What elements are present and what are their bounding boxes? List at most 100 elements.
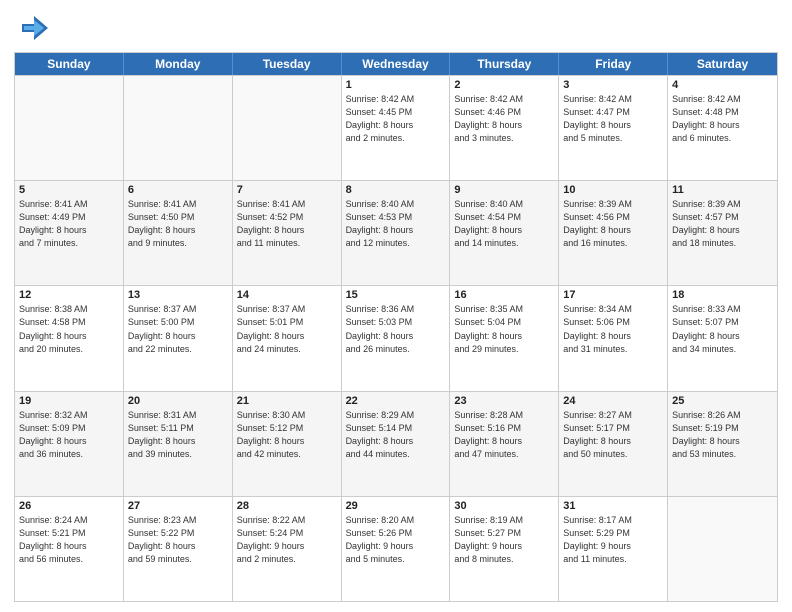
calendar-day-cell: 4 Sunrise: 8:42 AM Sunset: 4:48 PM Daylig… xyxy=(668,76,777,180)
calendar-day-cell: 30 Sunrise: 8:19 AM Sunset: 5:27 PM Dayli… xyxy=(450,497,559,601)
calendar-day-cell: 11 Sunrise: 8:39 AM Sunset: 4:57 PM Dayli… xyxy=(668,181,777,285)
calendar-day-cell: 24Sunrise: 8:27 AM Sunset: 5:17 PM Dayli… xyxy=(559,392,668,496)
calendar-day-cell: 6Sunrise: 8:41 AM Sunset: 4:50 PM Daylig… xyxy=(124,181,233,285)
day-number: 4 xyxy=(672,79,773,91)
day-info: Sunrise: 8:40 AM Sunset: 4:53 PM Dayligh… xyxy=(346,198,446,250)
day-number: 3 xyxy=(563,79,663,91)
day-number: 29 xyxy=(346,500,446,512)
calendar-day-cell: 3 Sunrise: 8:42 AM Sunset: 4:47 PM Daylig… xyxy=(559,76,668,180)
day-info: Sunrise: 8:39 AM Sunset: 4:57 PM Dayligh… xyxy=(672,198,773,250)
calendar-day-cell xyxy=(668,497,777,601)
calendar-day-cell: 29 Sunrise: 8:20 AM Sunset: 5:26 PM Dayli… xyxy=(342,497,451,601)
day-number: 25 xyxy=(672,395,773,407)
calendar-day-cell: 13 Sunrise: 8:37 AM Sunset: 5:00 PM Dayli… xyxy=(124,286,233,390)
day-number: 2 xyxy=(454,79,554,91)
calendar-day-cell: 12 Sunrise: 8:38 AM Sunset: 4:58 PM Dayli… xyxy=(15,286,124,390)
day-info: Sunrise: 8:35 AM Sunset: 5:04 PM Dayligh… xyxy=(454,303,554,355)
calendar-day-cell: 21Sunrise: 8:30 AM Sunset: 5:12 PM Dayli… xyxy=(233,392,342,496)
calendar-day-cell xyxy=(15,76,124,180)
calendar-day-cell: 20 Sunrise: 8:31 AM Sunset: 5:11 PM Dayli… xyxy=(124,392,233,496)
day-info: Sunrise: 8:41 AM Sunset: 4:52 PM Dayligh… xyxy=(237,198,337,250)
day-number: 30 xyxy=(454,500,554,512)
day-number: 15 xyxy=(346,289,446,301)
calendar-header-cell-friday: Friday xyxy=(559,53,668,75)
day-info: Sunrise: 8:42 AM Sunset: 4:46 PM Dayligh… xyxy=(454,93,554,145)
day-info: Sunrise: 8:30 AM Sunset: 5:12 PM Dayligh… xyxy=(237,409,337,461)
calendar-week-4: 19Sunrise: 8:32 AM Sunset: 5:09 PM Dayli… xyxy=(15,391,777,496)
calendar-header-cell-saturday: Saturday xyxy=(668,53,777,75)
calendar-day-cell: 16Sunrise: 8:35 AM Sunset: 5:04 PM Dayli… xyxy=(450,286,559,390)
day-info: Sunrise: 8:41 AM Sunset: 4:49 PM Dayligh… xyxy=(19,198,119,250)
day-number: 13 xyxy=(128,289,228,301)
day-number: 28 xyxy=(237,500,337,512)
day-number: 18 xyxy=(672,289,773,301)
day-info: Sunrise: 8:29 AM Sunset: 5:14 PM Dayligh… xyxy=(346,409,446,461)
day-number: 31 xyxy=(563,500,663,512)
calendar-day-cell: 22 Sunrise: 8:29 AM Sunset: 5:14 PM Dayli… xyxy=(342,392,451,496)
day-info: Sunrise: 8:31 AM Sunset: 5:11 PM Dayligh… xyxy=(128,409,228,461)
calendar-body: 1 Sunrise: 8:42 AM Sunset: 4:45 PM Daylig… xyxy=(15,75,777,601)
day-number: 11 xyxy=(672,184,773,196)
calendar-day-cell: 15 Sunrise: 8:36 AM Sunset: 5:03 PM Dayli… xyxy=(342,286,451,390)
logo-icon xyxy=(14,10,50,46)
calendar-header-cell-monday: Monday xyxy=(124,53,233,75)
calendar-day-cell: 23 Sunrise: 8:28 AM Sunset: 5:16 PM Dayli… xyxy=(450,392,559,496)
day-number: 1 xyxy=(346,79,446,91)
day-number: 14 xyxy=(237,289,337,301)
day-info: Sunrise: 8:41 AM Sunset: 4:50 PM Dayligh… xyxy=(128,198,228,250)
calendar: SundayMondayTuesdayWednesdayThursdayFrid… xyxy=(14,52,778,602)
calendar-day-cell: 17 Sunrise: 8:34 AM Sunset: 5:06 PM Dayli… xyxy=(559,286,668,390)
day-info: Sunrise: 8:42 AM Sunset: 4:48 PM Dayligh… xyxy=(672,93,773,145)
calendar-header-row: SundayMondayTuesdayWednesdayThursdayFrid… xyxy=(15,53,777,75)
calendar-day-cell: 31 Sunrise: 8:17 AM Sunset: 5:29 PM Dayli… xyxy=(559,497,668,601)
calendar-day-cell: 28 Sunrise: 8:22 AM Sunset: 5:24 PM Dayli… xyxy=(233,497,342,601)
day-info: Sunrise: 8:20 AM Sunset: 5:26 PM Dayligh… xyxy=(346,514,446,566)
calendar-day-cell: 10Sunrise: 8:39 AM Sunset: 4:56 PM Dayli… xyxy=(559,181,668,285)
calendar-day-cell: 27 Sunrise: 8:23 AM Sunset: 5:22 PM Dayli… xyxy=(124,497,233,601)
calendar-day-cell xyxy=(233,76,342,180)
day-info: Sunrise: 8:34 AM Sunset: 5:06 PM Dayligh… xyxy=(563,303,663,355)
day-info: Sunrise: 8:27 AM Sunset: 5:17 PM Dayligh… xyxy=(563,409,663,461)
day-info: Sunrise: 8:36 AM Sunset: 5:03 PM Dayligh… xyxy=(346,303,446,355)
calendar-day-cell: 25 Sunrise: 8:26 AM Sunset: 5:19 PM Dayli… xyxy=(668,392,777,496)
day-info: Sunrise: 8:17 AM Sunset: 5:29 PM Dayligh… xyxy=(563,514,663,566)
day-info: Sunrise: 8:23 AM Sunset: 5:22 PM Dayligh… xyxy=(128,514,228,566)
calendar-day-cell: 26Sunrise: 8:24 AM Sunset: 5:21 PM Dayli… xyxy=(15,497,124,601)
day-info: Sunrise: 8:28 AM Sunset: 5:16 PM Dayligh… xyxy=(454,409,554,461)
day-info: Sunrise: 8:37 AM Sunset: 5:01 PM Dayligh… xyxy=(237,303,337,355)
day-info: Sunrise: 8:26 AM Sunset: 5:19 PM Dayligh… xyxy=(672,409,773,461)
calendar-header-cell-sunday: Sunday xyxy=(15,53,124,75)
header xyxy=(14,10,778,46)
day-number: 22 xyxy=(346,395,446,407)
day-number: 12 xyxy=(19,289,119,301)
day-info: Sunrise: 8:40 AM Sunset: 4:54 PM Dayligh… xyxy=(454,198,554,250)
calendar-day-cell: 5 Sunrise: 8:41 AM Sunset: 4:49 PM Daylig… xyxy=(15,181,124,285)
day-number: 9 xyxy=(454,184,554,196)
day-number: 23 xyxy=(454,395,554,407)
day-number: 5 xyxy=(19,184,119,196)
day-info: Sunrise: 8:19 AM Sunset: 5:27 PM Dayligh… xyxy=(454,514,554,566)
day-info: Sunrise: 8:42 AM Sunset: 4:47 PM Dayligh… xyxy=(563,93,663,145)
calendar-week-2: 5 Sunrise: 8:41 AM Sunset: 4:49 PM Daylig… xyxy=(15,180,777,285)
day-info: Sunrise: 8:22 AM Sunset: 5:24 PM Dayligh… xyxy=(237,514,337,566)
day-number: 26 xyxy=(19,500,119,512)
calendar-day-cell: 7 Sunrise: 8:41 AM Sunset: 4:52 PM Daylig… xyxy=(233,181,342,285)
calendar-day-cell: 19Sunrise: 8:32 AM Sunset: 5:09 PM Dayli… xyxy=(15,392,124,496)
day-info: Sunrise: 8:32 AM Sunset: 5:09 PM Dayligh… xyxy=(19,409,119,461)
day-info: Sunrise: 8:38 AM Sunset: 4:58 PM Dayligh… xyxy=(19,303,119,355)
day-number: 17 xyxy=(563,289,663,301)
calendar-week-3: 12 Sunrise: 8:38 AM Sunset: 4:58 PM Dayli… xyxy=(15,285,777,390)
calendar-header-cell-wednesday: Wednesday xyxy=(342,53,451,75)
calendar-week-1: 1 Sunrise: 8:42 AM Sunset: 4:45 PM Daylig… xyxy=(15,75,777,180)
calendar-week-5: 26Sunrise: 8:24 AM Sunset: 5:21 PM Dayli… xyxy=(15,496,777,601)
day-info: Sunrise: 8:33 AM Sunset: 5:07 PM Dayligh… xyxy=(672,303,773,355)
logo xyxy=(14,10,54,46)
day-number: 27 xyxy=(128,500,228,512)
day-info: Sunrise: 8:42 AM Sunset: 4:45 PM Dayligh… xyxy=(346,93,446,145)
day-info: Sunrise: 8:37 AM Sunset: 5:00 PM Dayligh… xyxy=(128,303,228,355)
calendar-day-cell: 18 Sunrise: 8:33 AM Sunset: 5:07 PM Dayli… xyxy=(668,286,777,390)
calendar-day-cell: 8 Sunrise: 8:40 AM Sunset: 4:53 PM Daylig… xyxy=(342,181,451,285)
day-number: 20 xyxy=(128,395,228,407)
day-number: 8 xyxy=(346,184,446,196)
day-number: 7 xyxy=(237,184,337,196)
